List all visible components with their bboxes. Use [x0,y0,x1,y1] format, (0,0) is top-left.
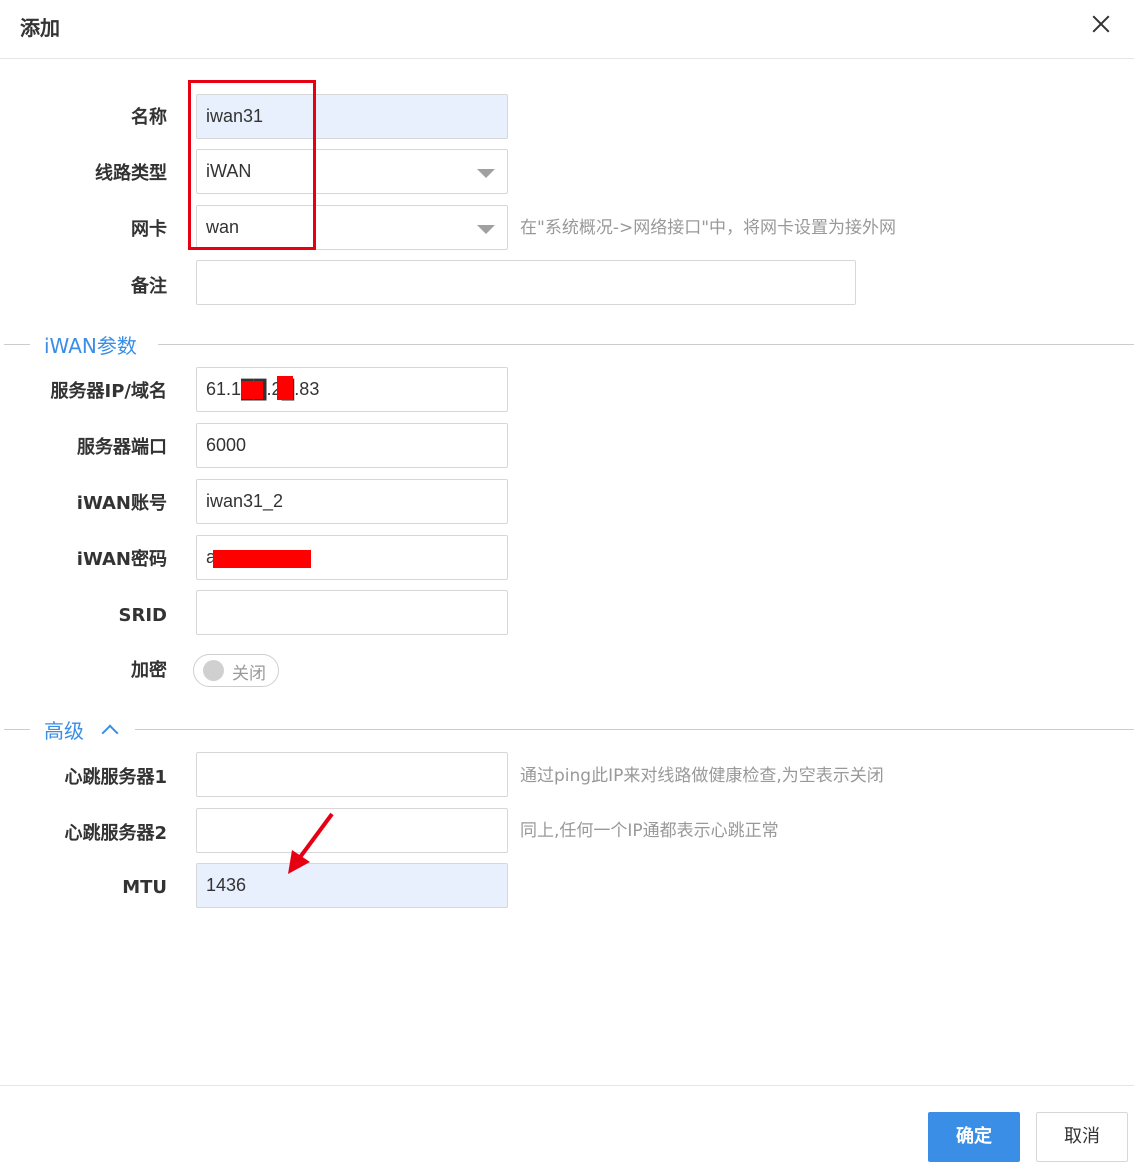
encrypt-label: 加密 [131,660,167,681]
chevron-up-icon[interactable] [101,724,119,742]
advanced-section-title[interactable]: 高级 [44,715,84,744]
annotation-arrow [288,812,334,874]
redaction-mask [277,376,293,400]
heartbeat1-input[interactable] [196,752,508,797]
srid-input[interactable] [196,590,508,635]
name-label: 名称 [131,107,167,128]
name-input[interactable]: iwan31 [196,94,508,139]
encrypt-toggle-text: 关闭 [232,664,266,684]
heartbeat2-hint: 同上,任何一个IP通都表示心跳正常 [520,821,779,841]
server-ip-label: 服务器IP/域名 [50,381,167,402]
nic-label: 网卡 [131,219,167,240]
srid-label: SRID [118,605,167,626]
redaction-mask [213,550,311,568]
dialog-header: 添加 [0,0,1134,59]
account-input[interactable]: iwan31_2 [196,479,508,524]
server-ip-input[interactable]: 61.1██.2█.83 [196,367,508,412]
toggle-knob [203,660,224,681]
account-label: iWAN账号 [76,493,167,514]
iwan-section-title: iWAN参数 [44,334,137,358]
heartbeat1-hint: 通过ping此IP来对线路做健康检查,为空表示关闭 [520,766,884,786]
cancel-button[interactable]: 取消 [1036,1112,1128,1162]
line-type-value: iWAN [206,161,252,181]
line-type-select[interactable]: iWAN [196,149,508,194]
redaction-mask [241,381,263,399]
chevron-down-icon [477,225,495,234]
remark-label: 备注 [131,276,167,297]
server-port-label: 服务器端口 [77,437,167,458]
line-type-label: 线路类型 [95,163,167,184]
close-icon[interactable] [1086,8,1118,40]
mtu-input[interactable]: 1436 [196,863,508,908]
nic-hint: 在"系统概况->网络接口"中，将网卡设置为接外网 [520,218,897,238]
heartbeat2-label: 心跳服务器2 [64,823,167,844]
password-label: iWAN密码 [76,549,167,570]
heartbeat1-label: 心跳服务器1 [64,767,167,788]
server-port-input[interactable]: 6000 [196,423,508,468]
encrypt-toggle[interactable]: 关闭 [193,654,279,687]
remark-input[interactable] [196,260,856,305]
iwan-section-divider: iWAN参数 [0,332,1134,358]
confirm-button[interactable]: 确定 [928,1112,1020,1162]
dialog-title: 添加 [20,16,60,40]
nic-select[interactable]: wan [196,205,508,250]
advanced-section-divider[interactable]: 高级 [0,715,1134,744]
mtu-label: MTU [122,877,167,898]
chevron-down-icon [477,169,495,178]
heartbeat2-input[interactable] [196,808,508,853]
footer-divider [0,1085,1134,1086]
nic-value: wan [206,217,240,237]
password-input[interactable]: a [196,535,508,580]
